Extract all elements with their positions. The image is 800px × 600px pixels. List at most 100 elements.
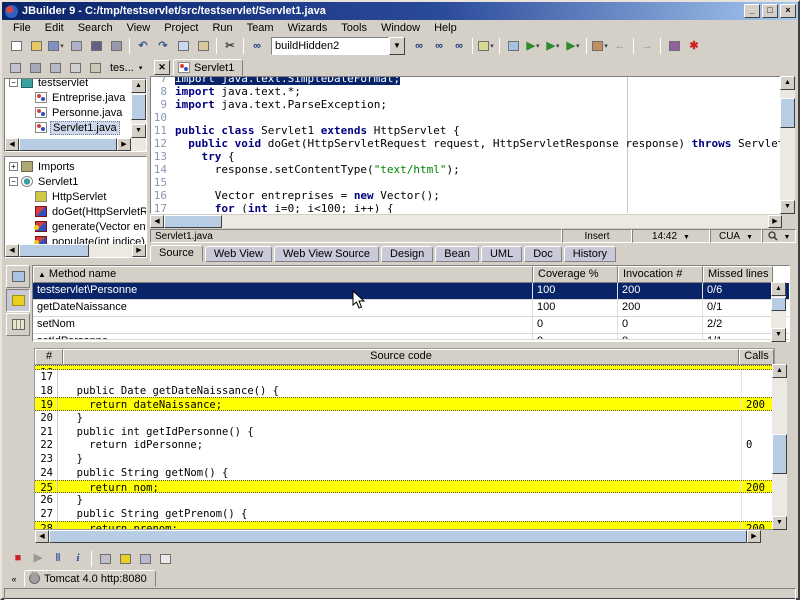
- project-tree[interactable]: −testservletEntreprise.javaPersonne.java…: [4, 78, 147, 152]
- make-icon[interactable]: ▾: [590, 37, 610, 55]
- source-row[interactable]: 28 return prenom;200: [35, 521, 774, 530]
- export-icon[interactable]: [66, 37, 86, 55]
- tomcat-tab[interactable]: Tomcat 4.0 http:8080: [24, 570, 156, 587]
- scroll-left-icon[interactable]: ◀: [5, 138, 19, 151]
- scroll-up-icon[interactable]: ▲: [771, 282, 786, 296]
- scroll-down-icon[interactable]: ▼: [131, 124, 146, 138]
- column-header-coverage-[interactable]: Coverage %: [533, 266, 618, 283]
- scroll-left-icon[interactable]: ◀: [35, 530, 49, 543]
- collapse-pane-icon[interactable]: «: [6, 571, 22, 586]
- column-header-source-code[interactable]: Source code: [63, 349, 739, 365]
- menu-edit[interactable]: Edit: [38, 21, 71, 35]
- coverage-row[interactable]: testservlet\Personne1002000/6: [33, 283, 789, 300]
- code-editor[interactable]: 7import java.text.SimpleDateFormat;8impo…: [150, 76, 782, 214]
- project-tree-hscrollbar[interactable]: ◀ ▶: [5, 138, 131, 151]
- tree-item-servlet1[interactable]: −Servlet1: [5, 174, 146, 189]
- tree-item-testservlet[interactable]: −testservlet: [5, 78, 131, 90]
- undo-icon[interactable]: ↶: [133, 37, 153, 55]
- cut-icon[interactable]: ✂: [220, 37, 240, 55]
- paste-icon[interactable]: [193, 37, 213, 55]
- coverage-vscrollbar[interactable]: ▲ ▼: [771, 282, 786, 342]
- samples-icon[interactable]: ✱: [684, 37, 704, 55]
- search-source-icon[interactable]: ∞: [429, 37, 449, 55]
- scroll-right-icon[interactable]: ▶: [768, 215, 782, 228]
- close-project-icon[interactable]: [6, 60, 24, 76]
- view-tab-source[interactable]: Source: [150, 245, 203, 262]
- source-row[interactable]: 19 return dateNaissance;200: [35, 397, 774, 411]
- dropdown-arrow-icon[interactable]: ▾: [556, 42, 560, 50]
- scroll-down-icon[interactable]: ▼: [780, 200, 795, 214]
- stop-icon[interactable]: ■: [8, 550, 28, 568]
- info-icon[interactable]: i: [68, 550, 88, 568]
- source-row[interactable]: 24 public String getNom() {: [35, 466, 774, 480]
- menu-window[interactable]: Window: [374, 21, 427, 35]
- expand-icon[interactable]: +: [9, 162, 18, 171]
- tree-item-generate-vector-entrepr[interactable]: generate(Vector entrepr: [5, 219, 146, 234]
- resume-icon[interactable]: ▶: [28, 550, 48, 568]
- coverage-row[interactable]: setNom002/2: [33, 317, 789, 334]
- monitor-icon[interactable]: [6, 265, 30, 288]
- column-header-missed-lines[interactable]: Missed lines: [703, 266, 773, 283]
- tree-item-personne-java[interactable]: Personne.java: [5, 105, 131, 120]
- tree-item-entreprise-java[interactable]: Entreprise.java: [5, 90, 131, 105]
- build-target-combo[interactable]: buildHidden2 ▼: [271, 37, 405, 55]
- collapse-icon[interactable]: −: [9, 78, 18, 87]
- source-row[interactable]: 21 public int getIdPersonne() {: [35, 425, 774, 439]
- menu-project[interactable]: Project: [157, 21, 205, 35]
- menu-file[interactable]: File: [6, 21, 38, 35]
- column-header-invocation-[interactable]: Invocation #: [618, 266, 703, 283]
- back-icon[interactable]: ←: [610, 37, 630, 55]
- scroll-right-icon[interactable]: ▶: [132, 244, 146, 257]
- browse-classes-icon[interactable]: ▾: [476, 37, 496, 55]
- tree-item-doget-httpservletreque[interactable]: doGet(HttpServletReque: [5, 204, 146, 219]
- column-header-calls[interactable]: Calls: [739, 349, 774, 365]
- coverage-row[interactable]: setIdPersonne001/1: [33, 334, 789, 340]
- scroll-up-icon[interactable]: ▲: [780, 76, 795, 90]
- column-header--[interactable]: #: [35, 349, 63, 365]
- layout-toggle-icon[interactable]: [503, 37, 523, 55]
- profile-icon[interactable]: ▶▾: [563, 37, 583, 55]
- source-row[interactable]: 17: [35, 370, 774, 384]
- scroll-up-icon[interactable]: ▲: [131, 79, 146, 93]
- scroll-thumb[interactable]: [131, 94, 146, 120]
- view-tab-doc[interactable]: Doc: [524, 246, 562, 262]
- dropdown-arrow-icon[interactable]: ▾: [576, 42, 580, 50]
- snapshot-icon[interactable]: [135, 550, 155, 568]
- dropdown-arrow-icon[interactable]: ▾: [60, 42, 64, 50]
- scroll-thumb[interactable]: [19, 244, 89, 257]
- search-path-icon[interactable]: ∞: [449, 37, 469, 55]
- build-target-dropdown-icon[interactable]: ▼: [389, 37, 405, 55]
- source-row[interactable]: 27 public String getPrenom() {: [35, 507, 774, 521]
- source-hscrollbar[interactable]: ◀ ▶: [35, 530, 761, 543]
- refresh-icon[interactable]: [86, 60, 104, 76]
- close-button[interactable]: ×: [780, 4, 796, 18]
- menu-run[interactable]: Run: [205, 21, 239, 35]
- structure-hscrollbar[interactable]: ◀ ▶: [5, 244, 146, 257]
- build-target-value[interactable]: buildHidden2: [271, 37, 389, 55]
- source-row[interactable]: 20 }: [35, 411, 774, 425]
- view-tab-web-view[interactable]: Web View: [205, 246, 272, 262]
- copy-icon[interactable]: [173, 37, 193, 55]
- editor-vscrollbar[interactable]: ▲ ▼: [780, 76, 795, 214]
- view-tab-uml[interactable]: UML: [481, 246, 522, 262]
- scroll-thumb[interactable]: [49, 530, 747, 543]
- pause-icon[interactable]: ‖: [48, 550, 68, 568]
- source-vscrollbar[interactable]: ▲ ▼: [772, 364, 787, 530]
- scroll-thumb[interactable]: [772, 434, 787, 474]
- collapse-icon[interactable]: −: [9, 177, 18, 186]
- scroll-left-icon[interactable]: ◀: [5, 244, 19, 257]
- new-file-icon[interactable]: [6, 37, 26, 55]
- print-icon[interactable]: [106, 37, 126, 55]
- menu-team[interactable]: Team: [240, 21, 281, 35]
- scroll-left-icon[interactable]: ◀: [150, 215, 164, 228]
- menu-view[interactable]: View: [120, 21, 158, 35]
- scroll-down-icon[interactable]: ▼: [771, 328, 786, 342]
- save-all-icon[interactable]: [86, 37, 106, 55]
- structure-pane[interactable]: +Imports−Servlet1HttpServletdoGet(HttpSe…: [4, 156, 147, 258]
- coverage-broom-icon[interactable]: [6, 289, 30, 312]
- scroll-right-icon[interactable]: ▶: [747, 530, 761, 543]
- source-row[interactable]: 25 return nom;200: [35, 480, 774, 494]
- menu-wizards[interactable]: Wizards: [281, 21, 335, 35]
- debug-icon[interactable]: ▶▾: [543, 37, 563, 55]
- project-selector[interactable]: tes...▾: [110, 62, 142, 74]
